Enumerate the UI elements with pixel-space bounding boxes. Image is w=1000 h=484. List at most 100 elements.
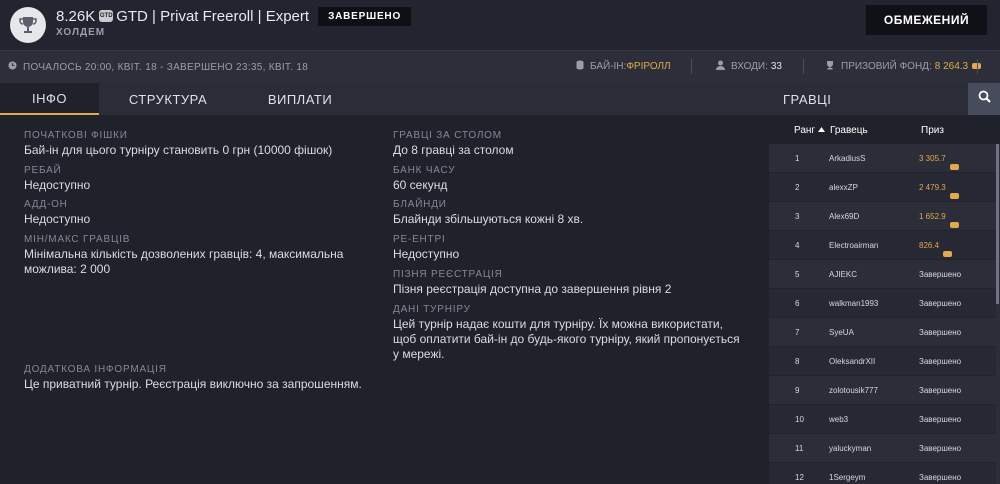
players-title: ГРАВЦІ: [769, 83, 969, 115]
players-list: 1 ArkadiusS 3 305.7 2 alexxZP 2 479.3 3 Alex69D…: [769, 144, 996, 484]
player-name: AJIEKC: [829, 270, 858, 279]
players-panel: Ранг Гравець Приз 1 ArkadiusS 3 305.7 2 alex…: [769, 115, 1000, 484]
players-table-header: Ранг Гравець Приз: [769, 115, 1000, 144]
buyin-value: ФРІРОЛЛ: [626, 60, 671, 72]
currency-label: GTD: [116, 7, 148, 25]
player-name: walkman1993: [829, 299, 879, 308]
player-prize: Завершено: [919, 328, 961, 337]
blinds-field: БЛАЙНДИ Блайнди збільшуються кожні 8 хв.: [393, 199, 723, 227]
limits-button[interactable]: ОБМЕЖЕНИЙ: [866, 5, 987, 35]
divider: [977, 59, 978, 74]
scrollbar[interactable]: [996, 144, 1000, 484]
table-row[interactable]: 1 ArkadiusS 3 305.7: [769, 144, 996, 173]
field-value: 60 секунд: [393, 178, 448, 192]
reentry-field: РЕ-ЕНТРІ Недоступно: [393, 234, 723, 262]
chip-icon: [949, 222, 959, 228]
field-label: МІН/МАКС ГРАВЦІВ: [24, 234, 131, 245]
table-row[interactable]: 10 web3 Завершено: [769, 405, 996, 434]
player-prize: 3 305.7: [919, 154, 959, 170]
table-row[interactable]: 12 1Sergeym Завершено: [769, 463, 996, 484]
clock-icon: [8, 61, 17, 73]
tab-payouts[interactable]: ВИПЛАТИ: [252, 83, 348, 115]
chip-icon: [949, 164, 959, 170]
player-prize: 1 652.9: [919, 212, 959, 228]
tournament-level: Expert: [265, 7, 310, 25]
tournament-infobar: ПОЧАЛОСЬ 20:00, КВІТ. 18 - ЗАВЕРШЕНО 23:…: [0, 50, 1000, 83]
player-prize: Завершено: [919, 299, 961, 308]
tournament-data-field: ДАНІ ТУРНІРУ Цей турнір надає кошти для …: [393, 304, 743, 362]
prize-text: Завершено: [919, 270, 962, 279]
table-row[interactable]: 6 walkman1993 Завершено: [769, 289, 996, 318]
field-label: ПІЗНЯ РЕЄСТРАЦІЯ: [393, 269, 503, 280]
time-text: ПОЧАЛОСЬ 20:00, КВІТ. 18 - ЗАВЕРШЕНО 23:…: [23, 61, 309, 73]
col-player-header[interactable]: Гравець: [830, 125, 868, 136]
player-rank: 3: [795, 212, 800, 221]
divider: [803, 59, 804, 74]
buyin-label: БАЙ-ІН:: [590, 60, 627, 72]
chip-icon: [943, 251, 953, 257]
players-per-table-field: ГРАВЦІ ЗА СТОЛОМ До 8 гравці за столом: [393, 130, 723, 158]
coins-icon: [576, 60, 584, 73]
divider: [691, 59, 692, 74]
prize-text: Завершено: [919, 328, 962, 337]
field-value: Бай-ін для цього турніру становить 0 грн…: [24, 143, 333, 157]
col-rank-header[interactable]: Ранг: [794, 125, 825, 136]
table-row[interactable]: 8 OleksandrXII Завершено: [769, 347, 996, 376]
field-label: ПОЧАТКОВІ ФІШКИ: [24, 130, 128, 141]
player-prize: Завершено: [919, 473, 961, 482]
table-row[interactable]: 5 AJIEKC Завершено: [769, 260, 996, 289]
player-name: ArkadiusS: [829, 154, 866, 163]
col-prize-header[interactable]: Приз: [921, 125, 944, 136]
table-row[interactable]: 4 Electroairman 826.4: [769, 231, 996, 260]
player-prize: 2 479.3: [919, 183, 959, 199]
table-row[interactable]: 7 SyeUA Завершено: [769, 318, 996, 347]
buyin-stat: БАЙ-ІН: ФРІРОЛЛ: [576, 59, 671, 73]
table-row[interactable]: 9 zolotousik777 Завершено: [769, 376, 996, 405]
prize-text: 2 479.3: [919, 183, 946, 192]
field-value: Недоступно: [393, 247, 460, 261]
min-max-players-field: МІН/МАКС ГРАВЦІВ Мінімальна кількість до…: [24, 234, 344, 277]
prize-text: Завершено: [919, 386, 962, 395]
prize-text: 1 652.9: [919, 212, 946, 221]
additional-info-field: ДОДАТКОВА ІНФОРМАЦІЯ Це приватний турнір…: [24, 364, 384, 392]
player-name: Electroairman: [829, 241, 879, 250]
field-value: Недоступно: [24, 212, 91, 226]
prize-pool-stat: ПРИЗОВИЙ ФОНД: 8 264.3: [825, 59, 982, 73]
time-bank-field: БАНК ЧАСУ 60 секунд: [393, 165, 723, 193]
field-value: Мінімальна кількість дозволених гравців:…: [24, 247, 344, 276]
field-label: ДАНІ ТУРНІРУ: [393, 304, 471, 315]
player-rank: 5: [795, 270, 800, 279]
late-registration-field: ПІЗНЯ РЕЄСТРАЦІЯ Пізня реєстрація доступ…: [393, 269, 733, 297]
scrollbar-thumb[interactable]: [996, 144, 999, 304]
field-label: АДД-ОН: [24, 199, 68, 210]
prize-text: 826.4: [919, 241, 940, 250]
player-name: yaluckyman: [829, 444, 872, 453]
field-value: Пізня реєстрація доступна до завершення …: [393, 282, 672, 296]
status-badge: ЗАВЕРШЕНО: [318, 6, 412, 26]
starting-chips-field: ПОЧАТКОВІ ФІШКИ Бай-ін для цього турніру…: [24, 130, 354, 158]
player-prize: Завершено: [919, 415, 961, 424]
search-icon: [978, 90, 991, 108]
tab-structure[interactable]: СТРУКТУРА: [115, 83, 221, 115]
field-label: РЕБАЙ: [24, 165, 62, 176]
prize-text: Завершено: [919, 444, 962, 453]
addon-field: АДД-ОН Недоступно: [24, 199, 354, 227]
search-button[interactable]: [968, 83, 1000, 115]
prize-text: Завершено: [919, 299, 962, 308]
field-label: ГРАВЦІ ЗА СТОЛОМ: [393, 130, 502, 141]
col-rank-label: Ранг: [794, 125, 816, 136]
table-row[interactable]: 11 yaluckyman Завершено: [769, 434, 996, 463]
prize-text: Завершено: [919, 473, 962, 482]
tournament-name: Privat Freeroll: [160, 7, 254, 25]
player-name: alexxZP: [829, 183, 858, 192]
table-row[interactable]: 2 alexxZP 2 479.3: [769, 173, 996, 202]
game-type: ХОЛДЕМ: [56, 27, 106, 38]
guaranteed-amount: 8.26K: [56, 7, 96, 25]
player-rank: 8: [795, 357, 800, 366]
prize-text: Завершено: [919, 415, 962, 424]
player-rank: 4: [795, 241, 800, 250]
entries-stat: ВХОДИ: 33: [716, 59, 782, 73]
field-value: Недоступно: [24, 178, 91, 192]
table-row[interactable]: 3 Alex69D 1 652.9: [769, 202, 996, 231]
tab-info[interactable]: ІНФО: [0, 83, 99, 115]
